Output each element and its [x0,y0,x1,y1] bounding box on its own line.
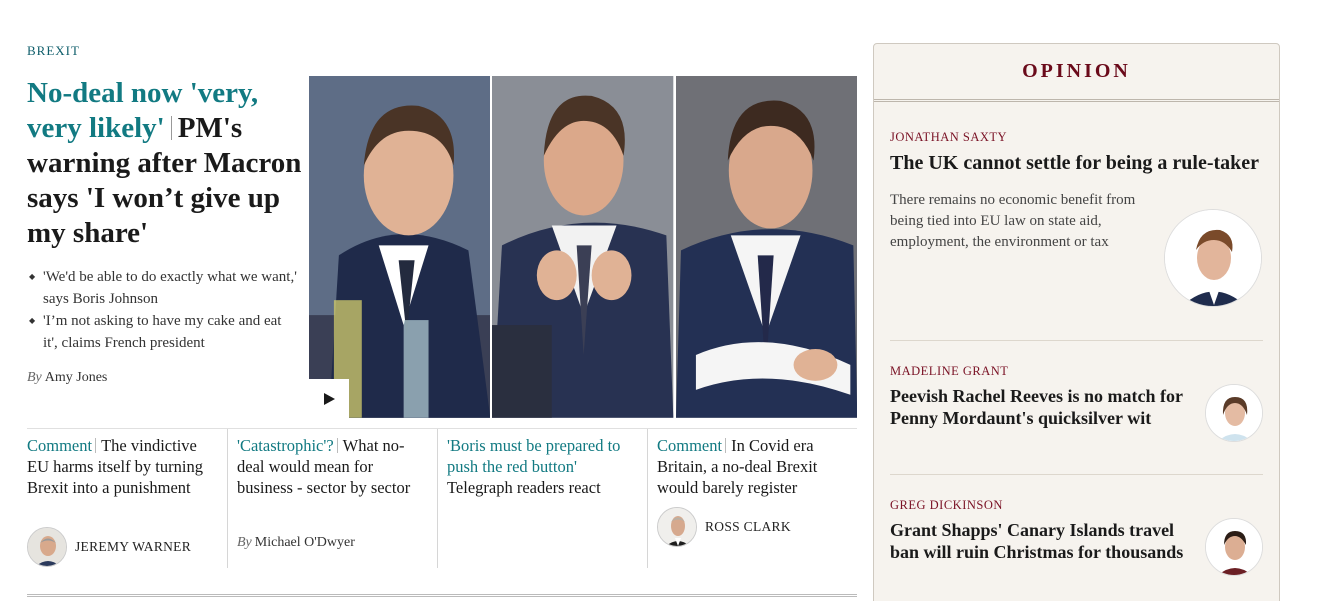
opinion-avatar-3 [1205,518,1263,576]
story-kicker[interactable]: Comment [657,436,722,455]
opinion-headline[interactable]: Peevish Rachel Reeves is no match for Pe… [890,385,1190,429]
story-kicker[interactable]: Comment [27,436,92,455]
related-story-1[interactable]: Comment The vindictive EU harms itself by… [27,429,227,568]
story-byline: By Michael O'Dwyer [237,535,355,551]
author-photo [1206,385,1262,441]
kicker-separator [95,438,97,453]
byline-prefix: By [27,370,42,385]
author-name[interactable]: JEREMY WARNER [75,539,191,555]
lead-headline[interactable]: No-deal now 'very, very likely' PM's warn… [27,76,302,251]
related-story-4[interactable]: Comment In Covid era Britain, a no-deal B… [647,429,857,568]
opinion-title[interactable]: OPINION [874,44,1279,102]
author-avatar [27,527,67,567]
author-avatar [657,507,697,547]
author-photo [1206,519,1262,575]
section-divider [27,594,857,597]
bullet-item: 'We'd be able to do exactly what we want… [29,266,299,310]
opinion-headline[interactable]: Grant Shapps' Canary Islands travel ban … [890,519,1190,563]
opinion-headline[interactable]: The UK cannot settle for being a rule-ta… [890,151,1263,176]
opinion-divider [890,340,1263,341]
photo-2-image [492,76,674,418]
play-icon [324,393,335,405]
opinion-avatar-2 [1205,384,1263,442]
story-headline[interactable]: 'Catastrophic'? What no-deal would mean f… [237,435,425,498]
opinion-author[interactable]: MADELINE GRANT [890,364,1263,379]
photo-3-image [675,76,857,418]
byline-author[interactable]: Amy Jones [45,370,108,385]
lead-photo-1[interactable] [309,76,493,419]
story-author[interactable]: JEREMY WARNER [27,527,191,567]
story-headline[interactable]: Comment The vindictive EU harms itself by… [27,435,215,498]
photo-1-image [309,76,491,418]
story-headline-text[interactable]: Telegraph readers react [447,478,601,497]
lead-byline: By Amy Jones [27,370,107,386]
section-label[interactable]: BREXIT [27,43,80,59]
story-author[interactable]: ROSS CLARK [657,507,791,547]
related-story-2[interactable]: 'Catastrophic'? What no-deal would mean f… [227,429,437,568]
story-kicker[interactable]: 'Boris must be prepared to push the red … [447,436,620,476]
opinion-standfirst: There remains no economic benefit from b… [890,192,1136,250]
related-stories: Comment The vindictive EU harms itself by… [27,428,857,568]
opinion-avatar-1 [1164,209,1262,307]
story-headline[interactable]: Comment In Covid era Britain, a no-deal B… [657,435,845,498]
author-photo [1165,210,1261,306]
author-photo [658,508,696,546]
bullet-item: 'I’m not asking to have my cake and eat … [29,310,299,354]
story-kicker[interactable]: 'Catastrophic'? [237,436,334,455]
headline-separator [170,116,172,140]
author-name[interactable]: ROSS CLARK [705,519,791,535]
opinion-divider [890,474,1263,475]
video-play-button[interactable] [309,379,349,419]
lead-photo-2[interactable] [492,76,676,419]
related-story-3[interactable]: 'Boris must be prepared to push the red … [437,429,647,568]
lead-photo-3[interactable] [675,76,857,419]
byline-prefix: By [237,535,252,550]
story-headline[interactable]: 'Boris must be prepared to push the red … [447,435,635,498]
author-photo [28,528,66,566]
kicker-separator [336,438,338,453]
lead-photo-triptych[interactable] [309,76,857,419]
lead-bullets: 'We'd be able to do exactly what we want… [29,266,299,354]
opinion-panel: OPINION JONATHAN SAXTY The UK cannot set… [873,43,1280,601]
opinion-author[interactable]: GREG DICKINSON [890,498,1263,513]
kicker-separator [725,438,727,453]
byline-author[interactable]: Michael O'Dwyer [255,535,355,550]
opinion-author[interactable]: JONATHAN SAXTY [890,130,1263,145]
